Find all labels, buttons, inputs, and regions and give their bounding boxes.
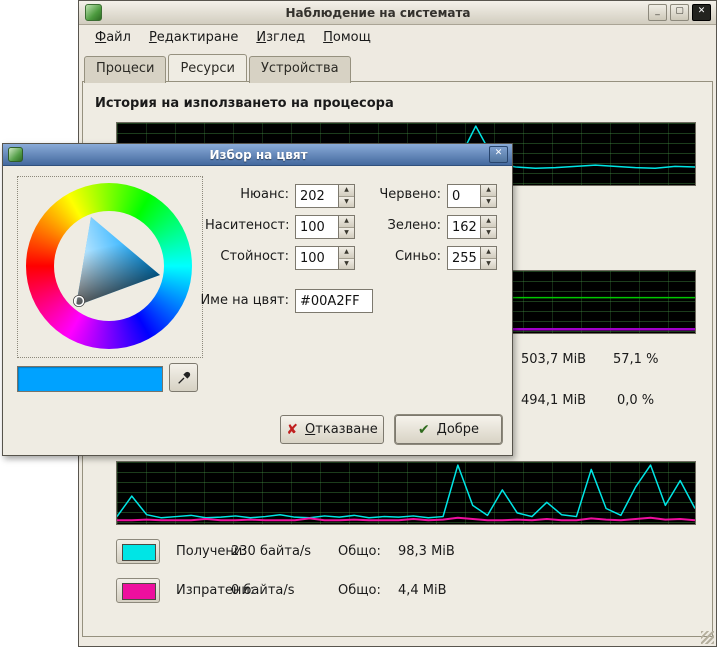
cancel-x-icon: ✘ xyxy=(286,422,298,438)
sent-rate: 0 байта/s xyxy=(231,583,295,598)
spin-up-icon[interactable]: ▲ xyxy=(339,185,354,196)
received-color-button[interactable] xyxy=(116,539,160,564)
window-controls: _ ▢ ✕ xyxy=(648,4,711,21)
sent-color-button[interactable] xyxy=(116,578,160,603)
maximize-button[interactable]: ▢ xyxy=(670,4,689,21)
received-total: 98,3 MiB xyxy=(398,544,455,559)
spin-up-icon[interactable]: ▲ xyxy=(339,247,354,258)
sent-total-label: Общо: xyxy=(338,583,381,598)
red-label: Червено: xyxy=(357,184,441,206)
sent-color-swatch xyxy=(122,583,156,600)
app-icon xyxy=(85,4,102,21)
menu-file[interactable]: Файл xyxy=(87,28,139,47)
received-rate: 230 байта/s xyxy=(231,544,311,559)
received-color-swatch xyxy=(122,544,156,561)
window-title: Наблюдение на системата xyxy=(108,6,648,20)
blue-input[interactable] xyxy=(448,247,480,269)
memory-percent-value: 57,1 % xyxy=(613,352,658,367)
value-input[interactable] xyxy=(296,247,338,269)
cpu-history-heading: История на използването на процесора xyxy=(95,96,394,111)
sent-total: 4,4 MiB xyxy=(398,583,447,598)
green-spinner[interactable]: ▲▼ xyxy=(447,215,497,239)
spin-down-icon[interactable]: ▼ xyxy=(339,227,354,239)
spin-down-icon[interactable]: ▼ xyxy=(339,258,354,270)
blue-label: Синьо: xyxy=(357,246,441,268)
spin-up-icon[interactable]: ▲ xyxy=(481,247,496,258)
spin-down-icon[interactable]: ▼ xyxy=(339,196,354,208)
color-picker-dialog: Избор на цвят ✕ xyxy=(2,143,513,456)
menubar: Файл Редактиране Изглед Помощ xyxy=(79,25,716,50)
selected-color-preview xyxy=(17,366,163,392)
saturation-value-triangle[interactable] xyxy=(54,211,164,321)
swap-percent-value: 0,0 % xyxy=(617,393,654,408)
value-label: Стойност: xyxy=(205,246,289,268)
color-name-label: Име на цвят: xyxy=(193,290,289,312)
tab-resources[interactable]: Ресурси xyxy=(168,54,247,81)
close-button[interactable]: ✕ xyxy=(692,4,711,21)
spin-down-icon[interactable]: ▼ xyxy=(481,227,496,239)
menu-edit[interactable]: Редактиране xyxy=(141,28,246,47)
color-wheel-area[interactable] xyxy=(17,176,203,358)
menu-help[interactable]: Помощ xyxy=(315,28,379,47)
cancel-button[interactable]: ✘ Отказване xyxy=(280,415,384,444)
red-spinner[interactable]: ▲▼ xyxy=(447,184,497,208)
received-total-label: Общо: xyxy=(338,544,381,559)
spin-up-icon[interactable]: ▲ xyxy=(339,216,354,227)
tab-bar: Процеси Ресурси Устройства xyxy=(84,54,716,81)
tab-devices[interactable]: Устройства xyxy=(249,56,351,83)
resize-grip[interactable] xyxy=(701,631,714,644)
green-input[interactable] xyxy=(448,216,480,238)
hue-label: Нюанс: xyxy=(205,184,289,206)
spin-down-icon[interactable]: ▼ xyxy=(481,258,496,270)
dialog-app-icon xyxy=(8,147,23,162)
ok-button[interactable]: ✔ Добре xyxy=(395,415,502,444)
menu-view[interactable]: Изглед xyxy=(248,28,313,47)
spin-down-icon[interactable]: ▼ xyxy=(481,196,496,208)
titlebar[interactable]: Наблюдение на системата _ ▢ ✕ xyxy=(79,1,716,25)
hue-input[interactable] xyxy=(296,185,338,207)
tab-processes[interactable]: Процеси xyxy=(84,56,166,83)
color-name-input[interactable] xyxy=(296,290,372,312)
memory-total-value: 503,7 MiB xyxy=(521,352,586,367)
swap-total-value: 494,1 MiB xyxy=(521,393,586,408)
minimize-button[interactable]: _ xyxy=(648,4,667,21)
saturation-spinner[interactable]: ▲▼ xyxy=(295,215,355,239)
network-history-chart xyxy=(116,461,696,525)
eyedropper-button[interactable] xyxy=(169,363,198,392)
ok-check-icon: ✔ xyxy=(418,422,430,438)
ok-button-label: Добре xyxy=(437,422,479,437)
color-name-entry[interactable] xyxy=(295,289,373,313)
spin-up-icon[interactable]: ▲ xyxy=(481,216,496,227)
dialog-titlebar[interactable]: Избор на цвят ✕ xyxy=(3,144,512,166)
red-input[interactable] xyxy=(448,185,480,207)
green-label: Зелено: xyxy=(357,215,441,237)
hue-spinner[interactable]: ▲▼ xyxy=(295,184,355,208)
network-chart-lines xyxy=(117,462,695,524)
blue-spinner[interactable]: ▲▼ xyxy=(447,246,497,270)
dialog-title: Избор на цвят xyxy=(28,148,489,162)
saturation-label: Наситеност: xyxy=(205,215,289,237)
cancel-button-label: Отказване xyxy=(305,422,378,437)
value-spinner[interactable]: ▲▼ xyxy=(295,246,355,270)
spin-up-icon[interactable]: ▲ xyxy=(481,185,496,196)
eyedropper-icon xyxy=(176,370,192,386)
saturation-input[interactable] xyxy=(296,216,338,238)
dialog-close-button[interactable]: ✕ xyxy=(489,146,508,163)
